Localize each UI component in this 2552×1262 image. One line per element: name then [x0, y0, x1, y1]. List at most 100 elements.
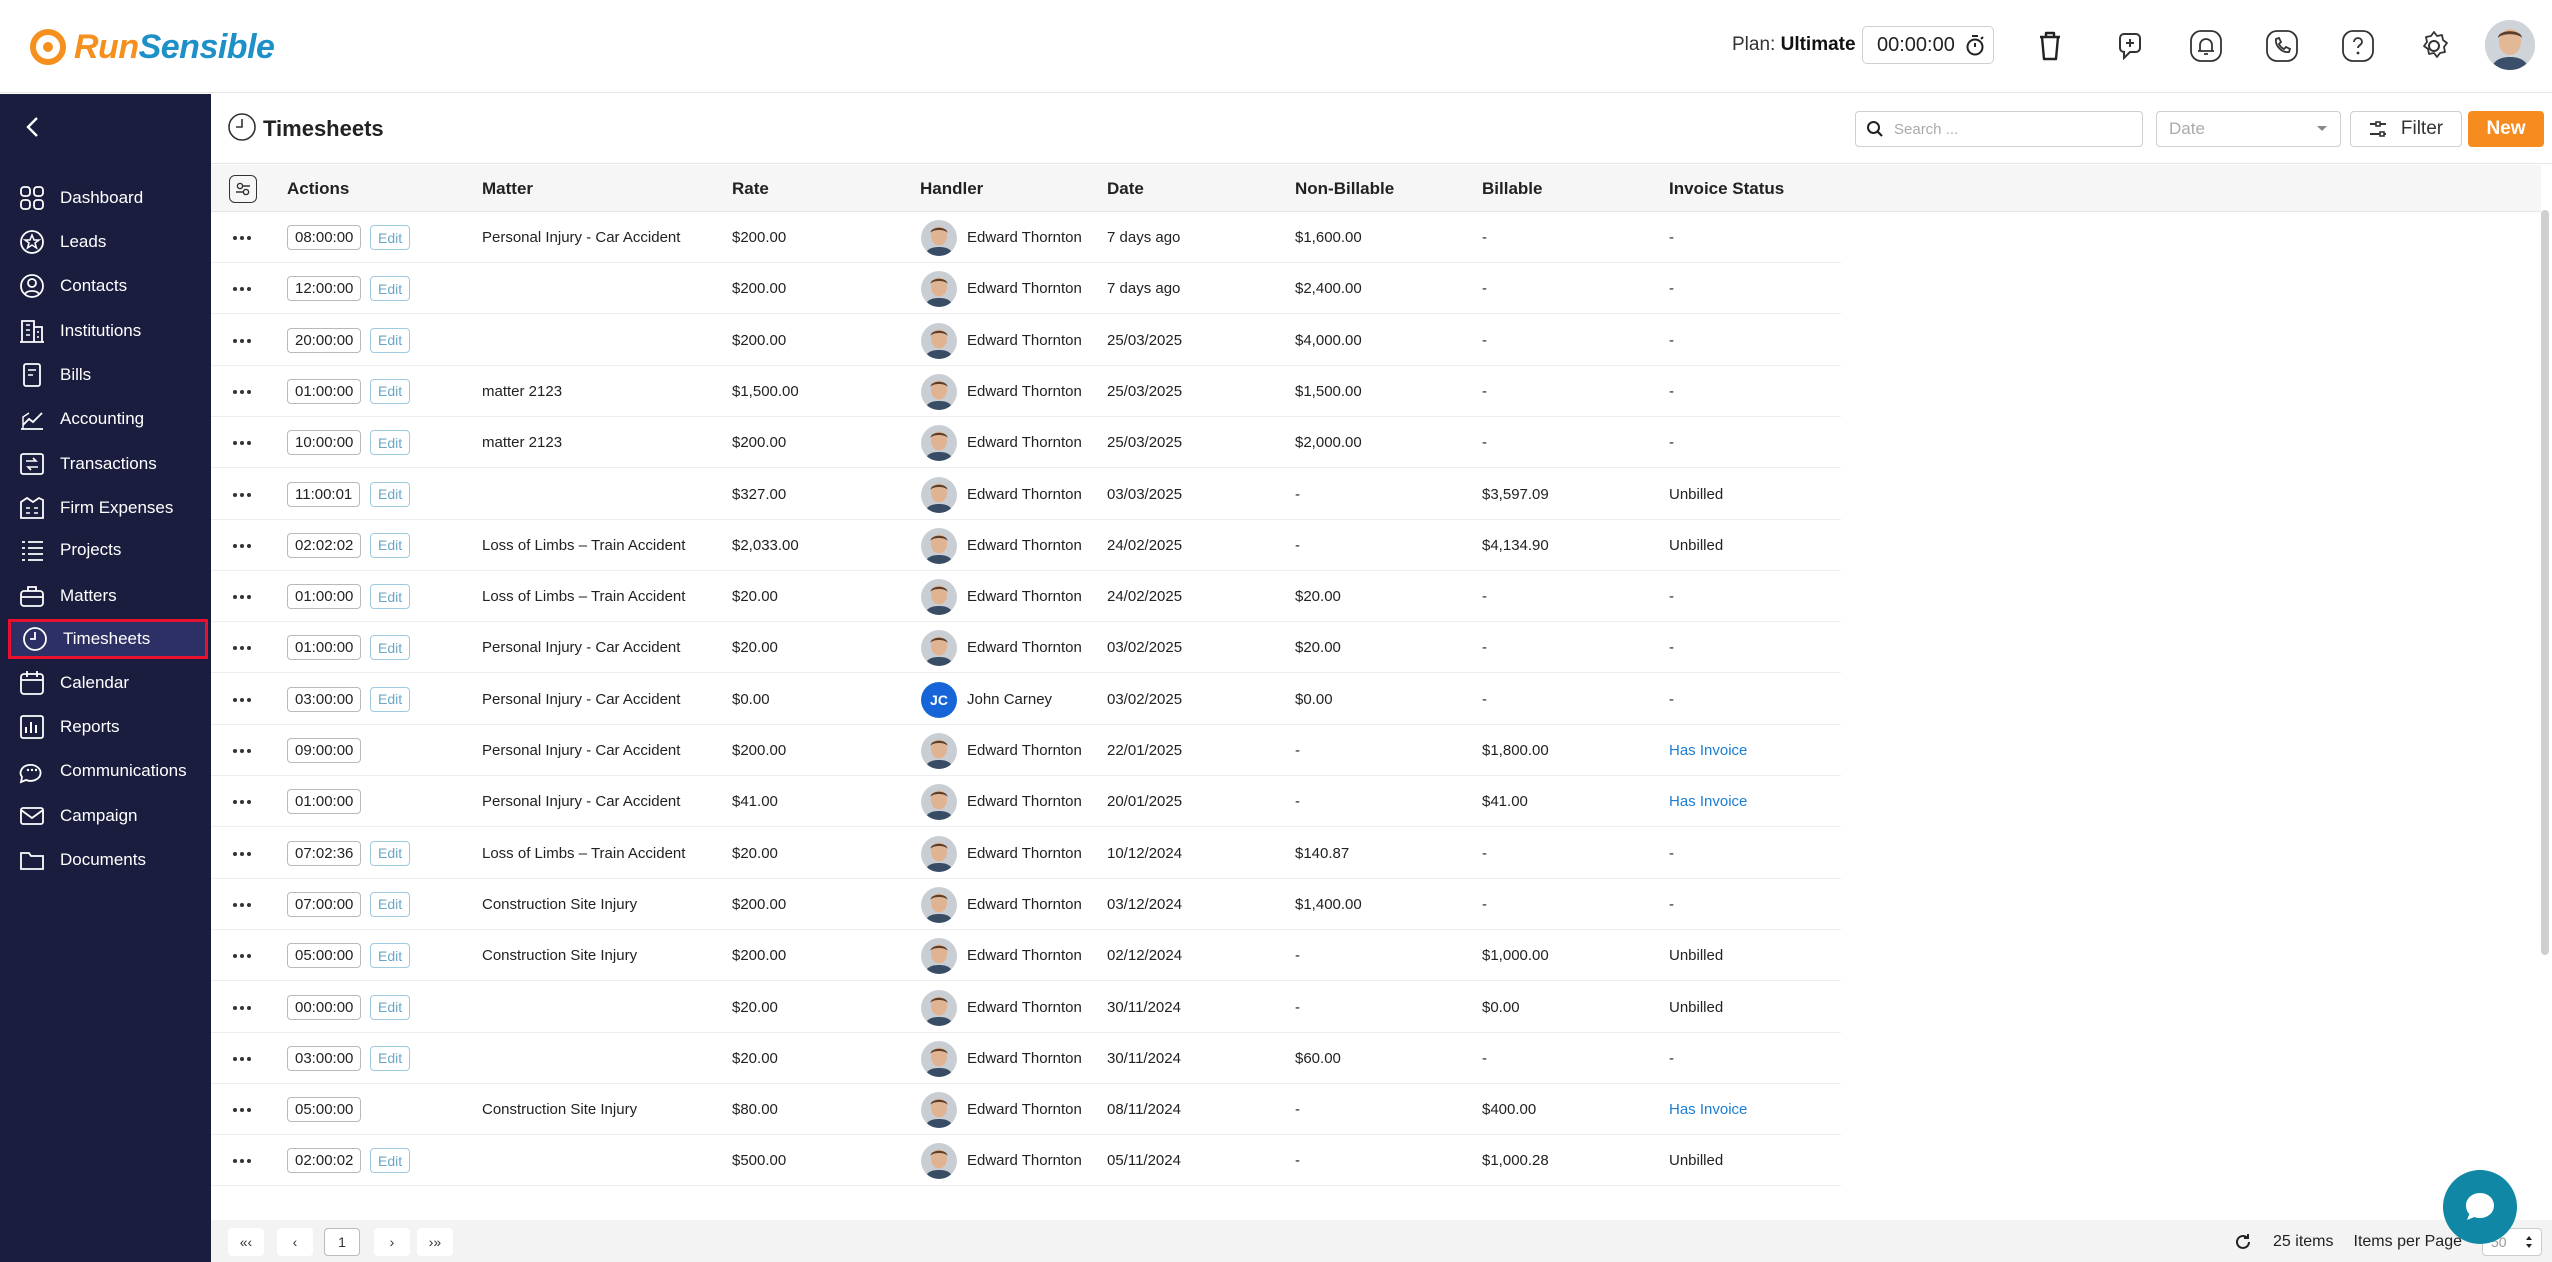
edit-time-button[interactable]: Edit	[370, 891, 411, 917]
row-actions-menu-icon[interactable]	[233, 589, 253, 605]
table-row[interactable]: 05:00:00 Construction Site Injury $80.00 Ed…	[211, 1084, 1841, 1136]
edit-time-button[interactable]: Edit	[370, 840, 411, 866]
time-entry-value[interactable]: 01:00:00	[287, 789, 362, 815]
sidebar-item-communications[interactable]: Communications	[8, 751, 208, 791]
time-entry-value[interactable]: 09:00:00	[287, 738, 362, 763]
table-row[interactable]: 01:00:00 Personal Injury - Car Accident $4…	[211, 776, 1841, 828]
table-row[interactable]: 01:00:00 Edit matter 2123 $1,500.00 Edward T…	[211, 366, 1841, 417]
row-actions-menu-icon[interactable]	[233, 384, 253, 400]
time-entry-value[interactable]: 08:00:00	[287, 225, 362, 250]
timer-widget[interactable]: 00:00:00	[1862, 26, 1994, 64]
invoice-status-cell[interactable]: Has Invoice	[1669, 776, 1747, 827]
sidebar-item-calendar[interactable]: Calendar	[8, 663, 208, 703]
table-row[interactable]: 03:00:00 Edit $20.00 Edward Thornton 30/11/2…	[211, 1033, 1841, 1084]
sidebar-item-institutions[interactable]: Institutions	[8, 311, 208, 351]
row-actions-menu-icon[interactable]	[233, 743, 253, 759]
table-row[interactable]: 20:00:00 Edit $200.00 Edward Thornton 25/03/…	[211, 315, 1841, 366]
sidebar-item-campaign[interactable]: Campaign	[8, 796, 208, 836]
table-row[interactable]: 07:02:36 Edit Loss of Limbs – Train Accide…	[211, 828, 1841, 879]
edit-time-button[interactable]: Edit	[370, 584, 411, 610]
row-actions-menu-icon[interactable]	[233, 1102, 253, 1118]
table-row[interactable]: 02:00:02 Edit $500.00 Edward Thornton 05/11/…	[211, 1135, 1841, 1187]
column-header-rate[interactable]: Rate	[732, 179, 769, 199]
sidebar-item-transactions[interactable]: Transactions	[8, 444, 208, 484]
date-filter-select[interactable]: Date	[2156, 111, 2341, 147]
edit-time-button[interactable]: Edit	[370, 994, 411, 1020]
table-row[interactable]: 03:00:00 Edit Personal Injury - Car Accide…	[211, 674, 1841, 725]
time-entry-value[interactable]: 11:00:01	[287, 481, 361, 507]
column-header-actions[interactable]: Actions	[287, 179, 349, 199]
time-entry-value[interactable]: 00:00:00	[287, 994, 362, 1020]
sidebar-item-accounting[interactable]: Accounting	[8, 399, 208, 439]
table-row[interactable]: 12:00:00 Edit $200.00 Edward Thornton 7 days…	[211, 263, 1841, 315]
time-entry-value[interactable]: 02:00:02	[287, 1148, 362, 1174]
sidebar-item-matters[interactable]: Matters	[8, 576, 208, 616]
table-row[interactable]: 01:00:00 Edit Personal Injury - Car Accide…	[211, 622, 1841, 674]
table-row[interactable]: 09:00:00 Personal Injury - Car Accident $2…	[211, 725, 1841, 776]
edit-time-button[interactable]: Edit	[370, 1148, 411, 1174]
brand-logo[interactable]: RunSensible	[30, 24, 275, 70]
invoice-status-cell[interactable]: Has Invoice	[1669, 1084, 1747, 1135]
last-page-button[interactable]: ›»	[417, 1228, 453, 1256]
collapse-sidebar-icon[interactable]	[20, 114, 46, 140]
trash-icon[interactable]	[2030, 26, 2070, 66]
sidebar-item-firm-expenses[interactable]: Firm Expenses	[8, 488, 208, 528]
current-page[interactable]: 1	[324, 1228, 360, 1256]
help-icon[interactable]	[2338, 26, 2378, 66]
time-entry-value[interactable]: 01:00:00	[287, 635, 362, 661]
user-avatar[interactable]	[2485, 20, 2535, 70]
bell-icon[interactable]	[2186, 26, 2226, 66]
column-header-invoice-status[interactable]: Invoice Status	[1669, 179, 1784, 199]
table-row[interactable]: 01:00:00 Edit Loss of Limbs – Train Accide…	[211, 571, 1841, 623]
table-row[interactable]: 11:00:01 Edit $327.00 Edward Thornton 03/03/…	[211, 469, 1841, 520]
row-actions-menu-icon[interactable]	[233, 1051, 253, 1067]
refresh-icon[interactable]	[2233, 1232, 2253, 1252]
column-settings-icon[interactable]	[229, 175, 257, 203]
table-row[interactable]: 08:00:00 Edit Personal Injury - Car Accide…	[211, 212, 1841, 263]
edit-time-button[interactable]: Edit	[370, 225, 411, 250]
time-entry-value[interactable]: 02:02:02	[287, 532, 362, 558]
chat-support-button[interactable]	[2443, 1170, 2517, 1244]
table-row[interactable]: 07:00:00 Edit Construction Site Injury $200…	[211, 879, 1841, 930]
row-actions-menu-icon[interactable]	[233, 640, 253, 656]
invoice-status-cell[interactable]: Has Invoice	[1669, 725, 1747, 776]
search-box[interactable]	[1855, 111, 2143, 147]
time-entry-value[interactable]: 10:00:00	[287, 430, 362, 456]
table-row[interactable]: 10:00:00 Edit matter 2123 $200.00 Edward Tho…	[211, 417, 1841, 469]
row-actions-menu-icon[interactable]	[233, 435, 253, 451]
time-entry-value[interactable]: 03:00:00	[287, 686, 362, 712]
filter-button[interactable]: Filter	[2350, 111, 2462, 147]
row-actions-menu-icon[interactable]	[233, 487, 253, 503]
new-timesheet-button[interactable]: New	[2468, 111, 2544, 147]
first-page-button[interactable]: «‹	[228, 1228, 264, 1256]
sidebar-item-timesheets[interactable]: Timesheets	[8, 619, 208, 659]
time-entry-value[interactable]: 01:00:00	[287, 378, 362, 404]
time-entry-value[interactable]: 05:00:00	[287, 1097, 362, 1123]
vertical-scrollbar[interactable]	[2541, 210, 2549, 955]
row-actions-menu-icon[interactable]	[233, 1153, 253, 1169]
column-header-matter[interactable]: Matter	[482, 179, 533, 199]
row-actions-menu-icon[interactable]	[233, 538, 253, 554]
time-entry-value[interactable]: 20:00:00	[287, 327, 362, 353]
sidebar-item-bills[interactable]: Bills	[8, 355, 208, 395]
table-row[interactable]: 02:02:02 Edit Loss of Limbs – Train Accide…	[211, 520, 1841, 571]
row-actions-menu-icon[interactable]	[233, 846, 253, 862]
table-row[interactable]: 05:00:00 Edit Construction Site Injury $200…	[211, 930, 1841, 982]
column-header-non-billable[interactable]: Non-Billable	[1295, 179, 1394, 199]
sidebar-item-reports[interactable]: Reports	[8, 707, 208, 747]
sidebar-item-leads[interactable]: Leads	[8, 222, 208, 262]
time-entry-value[interactable]: 03:00:00	[287, 1045, 362, 1071]
time-entry-value[interactable]: 07:00:00	[287, 891, 362, 917]
time-entry-value[interactable]: 07:02:36	[287, 840, 362, 866]
edit-time-button[interactable]: Edit	[370, 430, 411, 456]
edit-time-button[interactable]: Edit	[370, 327, 411, 353]
time-entry-value[interactable]: 01:00:00	[287, 584, 362, 610]
prev-page-button[interactable]: ‹	[277, 1228, 313, 1256]
edit-time-button[interactable]: Edit	[370, 943, 411, 969]
next-page-button[interactable]: ›	[374, 1228, 410, 1256]
gear-icon[interactable]	[2414, 26, 2454, 66]
row-actions-menu-icon[interactable]	[233, 281, 253, 297]
phone-icon[interactable]	[2262, 26, 2302, 66]
row-actions-menu-icon[interactable]	[233, 794, 253, 810]
sidebar-item-documents[interactable]: Documents	[8, 840, 208, 880]
